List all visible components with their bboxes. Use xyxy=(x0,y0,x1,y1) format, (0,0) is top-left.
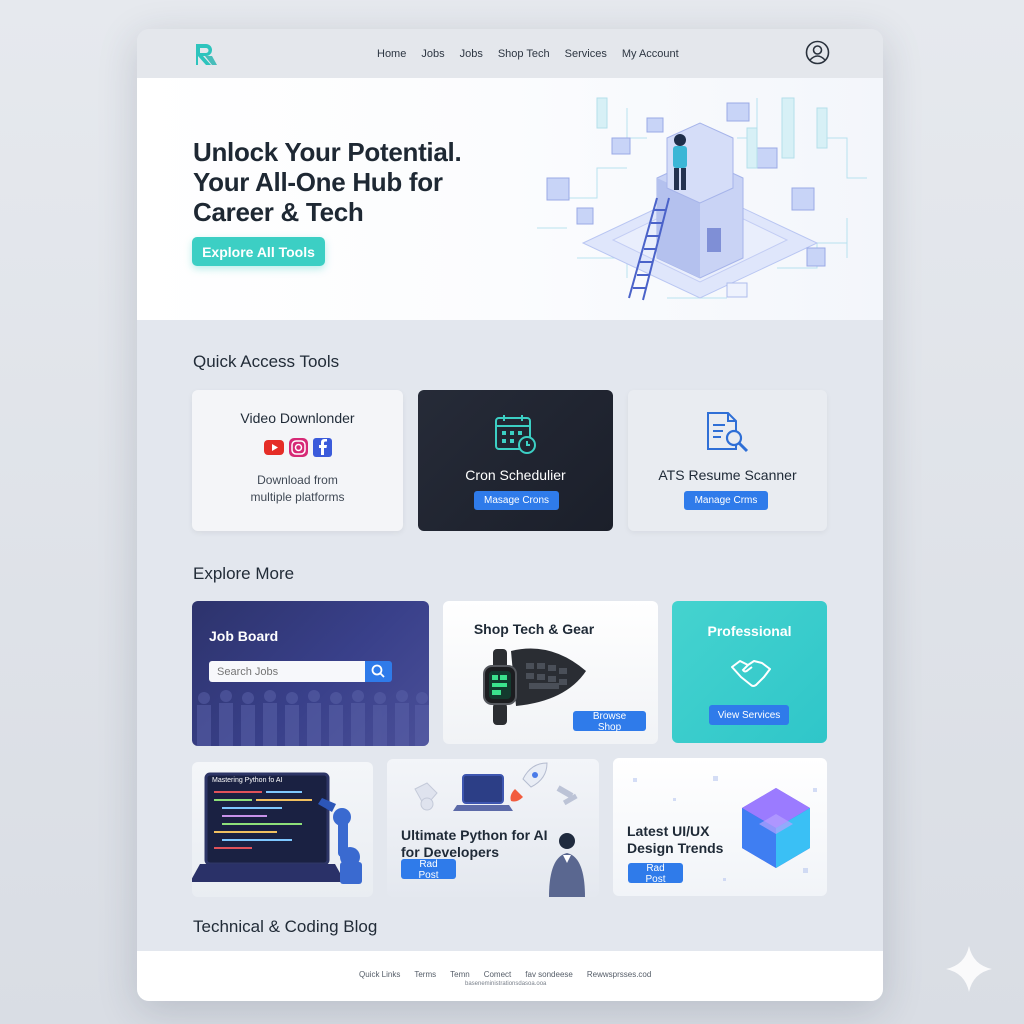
platform-icons xyxy=(264,438,332,457)
ultimate-python-title-line2: for Developers xyxy=(401,844,500,860)
ats-scanner-title: ATS Resume Scanner xyxy=(658,467,797,483)
laptop-screen-title: Mastering Python fo AI xyxy=(212,777,283,784)
cron-scheduler-title: Cron Schedulier xyxy=(465,467,566,483)
brand-logo[interactable] xyxy=(193,42,219,66)
instagram-icon xyxy=(289,438,308,457)
footer-link-terms[interactable]: Terms xyxy=(414,970,436,979)
professional-title: Professional xyxy=(707,623,792,639)
job-board-title: Job Board xyxy=(209,628,279,644)
footer-links: Quick Links Terms Temn Comect fav sondee… xyxy=(359,970,665,979)
uiux-title-line2: Design Trends xyxy=(627,840,724,856)
manage-crons-button[interactable]: Masage Crons xyxy=(474,491,559,510)
nav-link-home[interactable]: Home xyxy=(377,48,406,60)
footer-link-quick-links[interactable]: Quick Links xyxy=(359,970,400,979)
view-services-button[interactable]: View Services xyxy=(709,705,789,725)
search-jobs-button[interactable] xyxy=(365,661,392,682)
job-board-card[interactable]: Job Board xyxy=(192,601,429,746)
sparkle-icon xyxy=(946,946,992,992)
hero-title: Unlock Your Potential. Your All-One Hub … xyxy=(193,137,513,227)
uiux-title-line1: Latest UI/UX xyxy=(627,823,710,839)
top-nav: Home Jobs Jobs Shop Tech Services My Acc… xyxy=(137,29,883,78)
professional-services-card[interactable]: Professional View Services xyxy=(672,601,827,743)
cron-scheduler-card[interactable]: Cron Schedulier Masage Crons xyxy=(418,390,613,531)
nav-link-my-account[interactable]: My Account xyxy=(622,48,679,60)
document-search-icon xyxy=(707,412,749,453)
footer-link-comect[interactable]: Comect xyxy=(484,970,512,979)
shop-tech-title: Shop Tech & Gear xyxy=(473,621,595,637)
nav-links: Home Jobs Jobs Shop Tech Services My Acc… xyxy=(377,29,694,78)
page-container: Home Jobs Jobs Shop Tech Services My Acc… xyxy=(137,29,883,1001)
blog-post-card-ultimate-python[interactable]: Ultimate Python for AI for Developers Ra… xyxy=(387,759,599,897)
facebook-icon xyxy=(313,438,332,457)
ultimate-python-title-line1: Ultimate Python for AI xyxy=(401,827,548,843)
footer-link-resources[interactable]: Rewwsprsses.cod xyxy=(587,970,651,979)
hero-section: Unlock Your Potential. Your All-One Hub … xyxy=(137,78,883,320)
user-account-icon[interactable] xyxy=(805,40,830,65)
hero-title-line2: Your All-One Hub for xyxy=(193,167,443,197)
hero-isometric-illustration xyxy=(537,97,867,301)
nav-link-services[interactable]: Services xyxy=(565,48,607,60)
explore-all-tools-button[interactable]: Explore All Tools xyxy=(192,237,325,266)
nav-link-jobs[interactable]: Jobs xyxy=(421,48,444,60)
read-post-button-uiux[interactable]: Rad Post xyxy=(628,863,683,885)
ultimate-python-title: Ultimate Python for AI for Developers xyxy=(401,827,548,861)
video-desc-line2: multiple platforms xyxy=(250,490,345,504)
footer-subtext: baseneministrationsdasoa.ooa xyxy=(465,981,547,987)
blog-post-card-python-laptop[interactable]: Mastering Python fo AI xyxy=(192,762,373,897)
browse-shop-button[interactable]: Browse Shop xyxy=(573,711,646,733)
search-icon xyxy=(371,664,385,678)
nav-link-jobs-2[interactable]: Jobs xyxy=(460,48,483,60)
people-crowd-illustration xyxy=(197,690,429,746)
video-downloader-desc: Download from multiple platforms xyxy=(192,472,403,506)
blog-post-card-uiux-trends[interactable]: Latest UI/UX Design Trends Rad Post xyxy=(613,758,827,896)
video-downloader-card[interactable]: Video Downlonder Download from multiple … xyxy=(192,390,403,531)
footer-link-temn[interactable]: Temn xyxy=(450,970,470,979)
search-jobs-input[interactable] xyxy=(209,661,365,682)
quick-access-title: Quick Access Tools xyxy=(193,352,340,371)
video-desc-line1: Download from xyxy=(257,473,338,487)
handshake-icon xyxy=(731,660,771,687)
calendar-icon xyxy=(495,415,536,454)
video-downloader-title: Video Downlonder xyxy=(240,410,355,426)
uiux-trends-title: Latest UI/UX Design Trends xyxy=(627,823,723,857)
shop-tech-card[interactable]: Shop Tech & Gear Browse Shop xyxy=(443,601,658,744)
nav-link-shop-tech[interactable]: Shop Tech xyxy=(498,48,550,60)
hero-title-line3: Career & Tech xyxy=(193,197,364,227)
youtube-icon xyxy=(264,440,284,455)
footer: Quick Links Terms Temn Comect fav sondee… xyxy=(137,951,883,1001)
hero-title-line1: Unlock Your Potential. xyxy=(193,137,462,167)
footer-link-fav[interactable]: fav sondeese xyxy=(525,970,573,979)
read-post-button-python[interactable]: Rad Post xyxy=(401,859,456,881)
manage-crms-button[interactable]: Manage Crms xyxy=(684,491,768,510)
coding-blog-title: Technical & Coding Blog xyxy=(193,917,378,936)
ats-resume-scanner-card[interactable]: ATS Resume Scanner Manage Crms xyxy=(628,390,827,531)
explore-more-title: Explore More xyxy=(193,564,295,583)
